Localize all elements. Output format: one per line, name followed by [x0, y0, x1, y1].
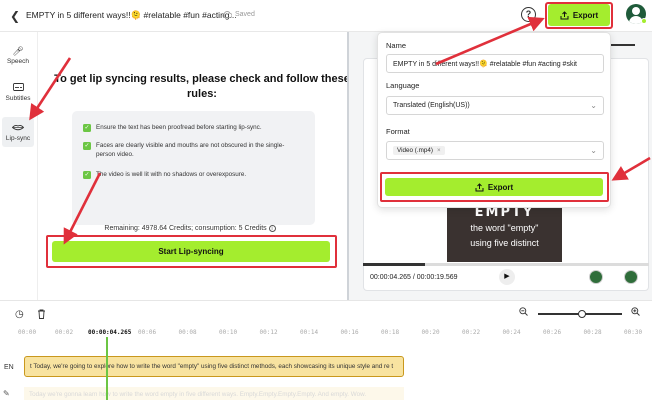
video-option-icon[interactable]: [624, 270, 638, 284]
video-progress-fill: [363, 263, 426, 266]
sidebar-item-lip-sync[interactable]: Lip-sync: [2, 117, 34, 147]
sidebar-item-label: Lip-sync: [5, 134, 31, 142]
subtitles-icon: [12, 82, 24, 93]
checkmark-icon: ✓: [83, 142, 91, 150]
export-dialog: Name EMPTY in 5 different ways!!🫠 #relat…: [377, 32, 611, 208]
checkmark-icon: ✓: [83, 171, 91, 179]
checkmark-icon: ✓: [83, 124, 91, 132]
tick-label: 00:08: [178, 329, 197, 336]
left-sidebar: 🎤︎ Speech Subtitles Lip-sync: [0, 32, 38, 300]
format-select[interactable]: Video (.mp4) × ⌄: [386, 141, 604, 160]
format-chip: Video (.mp4) ×: [393, 146, 445, 155]
sidebar-item-subtitles[interactable]: Subtitles: [2, 77, 34, 107]
rules-heading: To get lip syncing results, please check…: [54, 73, 350, 100]
original-track-clip[interactable]: Today we're gonna learn how to write the…: [24, 387, 404, 400]
zoom-out-icon[interactable]: [519, 307, 528, 319]
saved-status: Saved: [222, 11, 255, 18]
rule-text: Ensure the text has been proofread befor…: [96, 124, 262, 131]
format-label: Format: [386, 127, 410, 136]
tick-label: 00:12: [259, 329, 278, 336]
lip-sync-rules-panel: To get lip syncing results, please check…: [40, 32, 350, 300]
timeline-panel: ◷ 00:00 00:02 00:00:04.265 00:06 00:08 00:10 0…: [0, 300, 652, 400]
chevron-down-icon: ⌄: [590, 101, 597, 110]
help-icon[interactable]: ?: [521, 7, 536, 22]
highlight-box-export-main: [380, 172, 609, 202]
tick-label: 00:10: [219, 329, 238, 336]
sidebar-item-speech[interactable]: 🎤︎ Speech: [2, 40, 34, 70]
top-bar: ❮ EMPTY in 5 different ways!!🫠 #relatabl…: [0, 0, 652, 32]
rule-text: The video is well lit with no shadows or…: [96, 171, 247, 178]
rules-list: ✓ Ensure the text has been proofread bef…: [72, 111, 315, 225]
highlight-box-start-button: [46, 235, 337, 268]
timecode: 00:00:04.265 / 00:00:19.569: [370, 274, 458, 281]
video-caption-line: using five distinct: [470, 238, 539, 248]
subtitle-track-clip[interactable]: t Today, we're going to explore how to w…: [24, 356, 404, 377]
name-label: Name: [386, 41, 407, 50]
tick-label: 00:00: [18, 329, 37, 336]
language-value: Translated (English(US)): [393, 102, 470, 109]
video-progress-bar[interactable]: [363, 263, 649, 266]
rule-item: ✓ Faces are clearly visible and mouths a…: [83, 141, 303, 159]
speed-icon[interactable]: ◷: [15, 309, 24, 320]
tick-label: 00:14: [300, 329, 319, 336]
credits-text: Remaining: 4978.64 Credits; consumption:…: [104, 225, 267, 232]
tick-label: 00:30: [624, 329, 643, 336]
online-status-dot: [641, 18, 647, 24]
playhead[interactable]: [106, 337, 108, 400]
tick-label: 00:16: [340, 329, 359, 336]
info-icon[interactable]: i: [268, 225, 276, 232]
play-button[interactable]: ▶: [499, 269, 515, 285]
tick-label: 00:26: [543, 329, 562, 336]
zoom-slider-knob[interactable]: [577, 310, 586, 318]
video-option-icon[interactable]: [589, 270, 603, 284]
chevron-down-icon: ⌄: [590, 146, 597, 155]
back-arrow-icon[interactable]: ❮: [10, 9, 20, 23]
sidebar-item-label: Speech: [6, 57, 30, 65]
sidebar-item-label: Subtitles: [5, 94, 31, 102]
tick-label: 00:24: [502, 329, 521, 336]
tick-label: 00:06: [138, 329, 157, 336]
tick-label: 00:18: [381, 329, 400, 336]
video-caption-line: the word "empty": [470, 223, 539, 233]
track-language-label: EN: [4, 364, 14, 371]
project-title[interactable]: EMPTY in 5 different ways!!🫠 #relatable …: [26, 10, 237, 21]
rule-text: Faces are clearly visible and mouths are…: [96, 142, 285, 158]
zoom-in-icon[interactable]: [631, 307, 640, 319]
current-time-label: 00:00:04.265: [88, 329, 132, 336]
edit-icon[interactable]: ✎: [3, 389, 10, 398]
tick-label: 00:20: [421, 329, 440, 336]
saved-label: Saved: [235, 11, 255, 18]
format-value: Video (.mp4): [397, 147, 433, 154]
time-ruler[interactable]: 00:00 00:02 00:00:04.265 00:06 00:08 00:10 00:…: [18, 329, 652, 343]
cloud-icon: [222, 11, 232, 18]
trash-icon[interactable]: [37, 309, 46, 322]
rule-item: ✓ The video is well lit with no shadows …: [83, 170, 303, 179]
video-frame[interactable]: EMPTY the word "empty" using five distin…: [447, 205, 562, 262]
mic-icon: 🎤︎: [12, 45, 24, 56]
highlight-box-export-top: [545, 2, 613, 29]
credits-info: Remaining: 4978.64 Credits; consumption:…: [40, 225, 340, 232]
export-name-value: EMPTY in 5 different ways!!🫠 #relatable …: [393, 60, 577, 68]
tick-label: 00:28: [583, 329, 602, 336]
remove-chip-icon[interactable]: ×: [437, 147, 441, 154]
language-select[interactable]: Translated (English(US)) ⌄: [386, 96, 604, 115]
tick-label: 00:02: [55, 329, 74, 336]
language-label: Language: [386, 81, 420, 90]
tick-label: 00:22: [462, 329, 481, 336]
export-name-input[interactable]: EMPTY in 5 different ways!!🫠 #relatable …: [386, 54, 604, 73]
rule-item: ✓ Ensure the text has been proofread bef…: [83, 123, 303, 132]
lips-icon: [11, 123, 25, 133]
zoom-slider[interactable]: [538, 310, 622, 318]
